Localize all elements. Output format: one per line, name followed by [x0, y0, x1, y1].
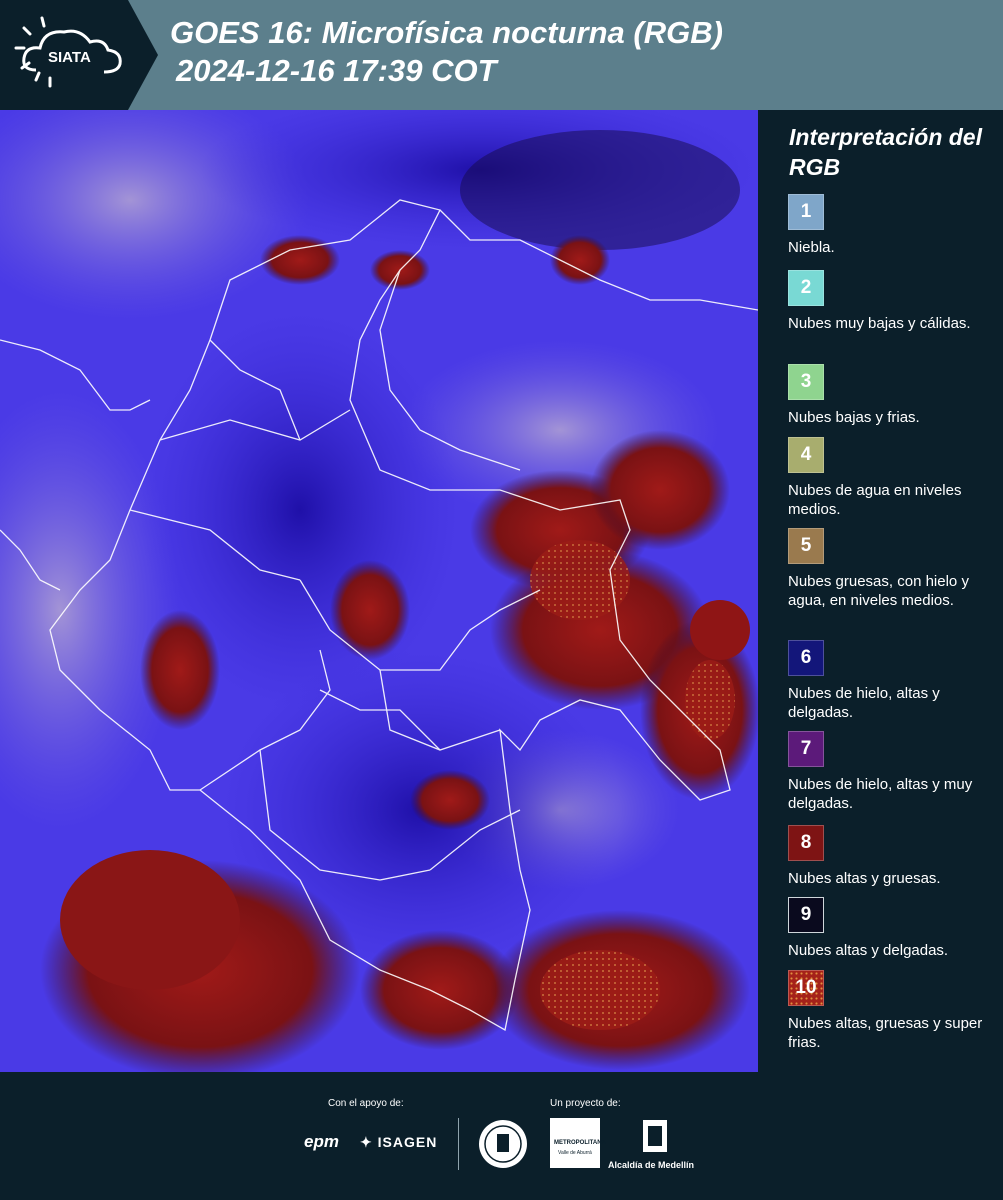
header: SIATA GOES 16: Microfísica nocturna (RGB… — [0, 0, 1003, 110]
legend-title: Interpretación del RGB — [789, 124, 982, 180]
footer-divider — [458, 1118, 459, 1170]
isagen-text: ISAGEN — [377, 1134, 438, 1150]
legend-swatch-5: 5 — [788, 528, 824, 564]
legend-swatch-8: 8 — [788, 825, 824, 861]
legend-text-8: Nubes altas y gruesas. — [788, 870, 941, 887]
legend-item-10: 10 Nubes altas, gruesas y super frias. — [788, 970, 998, 1052]
satellite-map — [0, 110, 760, 1072]
area-name: METROPOLITANA — [554, 1140, 606, 1146]
legend-item-2: 2 Nubes muy bajas y cálidas. — [788, 270, 998, 333]
epm-logo: epm — [304, 1132, 339, 1151]
logo-text: SIATA — [48, 49, 91, 66]
legend-swatch-9: 9 — [788, 897, 824, 933]
alcaldia-shield-icon — [643, 1120, 667, 1152]
legend-swatch-10: 10 — [788, 970, 824, 1006]
area-metropolitana-logo: METROPOLITANA Valle de Aburrá — [550, 1118, 606, 1168]
legend-swatch-2: 2 — [788, 270, 824, 306]
legend-panel: Interpretación del RGB 1 Niebla. 2 Nubes… — [762, 110, 1003, 1072]
legend-text-2: Nubes muy bajas y cálidas. — [788, 315, 971, 332]
legend-item-5: 5 Nubes gruesas, con hielo y agua, en ni… — [788, 528, 998, 610]
legend-text-7: Nubes de hielo, altas y muy delgadas. — [788, 776, 973, 812]
footer: Con el apoyo de: Un proyecto de: epm ✦ I… — [0, 1072, 1003, 1200]
project-label: Un proyecto de: — [550, 1098, 621, 1109]
legend-text-1: Niebla. — [788, 239, 835, 256]
area-sub: Valle de Aburrá — [558, 1150, 592, 1156]
title-line-2: 2024-12-16 17:39 COT — [176, 53, 497, 88]
legend-item-4: 4 Nubes de agua en niveles medios. — [788, 437, 998, 519]
legend-text-3: Nubes bajas y frias. — [788, 409, 920, 426]
legend-text-4: Nubes de agua en niveles medios. — [788, 482, 962, 518]
legend-swatch-7: 7 — [788, 731, 824, 767]
legend-swatch-4: 4 — [788, 437, 824, 473]
legend-text-6: Nubes de hielo, altas y delgadas. — [788, 685, 940, 721]
legend-text-9: Nubes altas y delgadas. — [788, 942, 949, 959]
legend-swatch-1: 1 — [788, 194, 824, 230]
alcaldia-text: Alcaldía de Medellín — [608, 1160, 695, 1170]
isagen-icon: ✦ — [360, 1134, 373, 1150]
siata-logo: SIATA — [0, 0, 158, 110]
support-label: Con el apoyo de: — [328, 1098, 404, 1109]
title-line-1: GOES 16: Microfísica nocturna (RGB) — [170, 15, 723, 50]
legend-text-10: Nubes altas, gruesas y super frias. — [788, 1015, 983, 1051]
isagen-logo: ✦ ISAGEN — [360, 1134, 437, 1151]
legend-item-7: 7 Nubes de hielo, altas y muy delgadas. — [788, 731, 998, 813]
legend-item-3: 3 Nubes bajas y frias. — [788, 364, 998, 427]
legend-item-6: 6 Nubes de hielo, altas y delgadas. — [788, 640, 998, 722]
legend-item-9: 9 Nubes altas y delgadas. — [788, 897, 998, 960]
legend-text-5: Nubes gruesas, con hielo y agua, en nive… — [788, 573, 969, 609]
page-title: GOES 16: Microfísica nocturna (RGB) 2024… — [170, 14, 723, 90]
university-seal-icon — [479, 1120, 527, 1168]
legend-item-8: 8 Nubes altas y gruesas. — [788, 825, 998, 888]
legend-swatch-3: 3 — [788, 364, 824, 400]
legend-swatch-6: 6 — [788, 640, 824, 676]
legend-item-1: 1 Niebla. — [788, 194, 998, 257]
